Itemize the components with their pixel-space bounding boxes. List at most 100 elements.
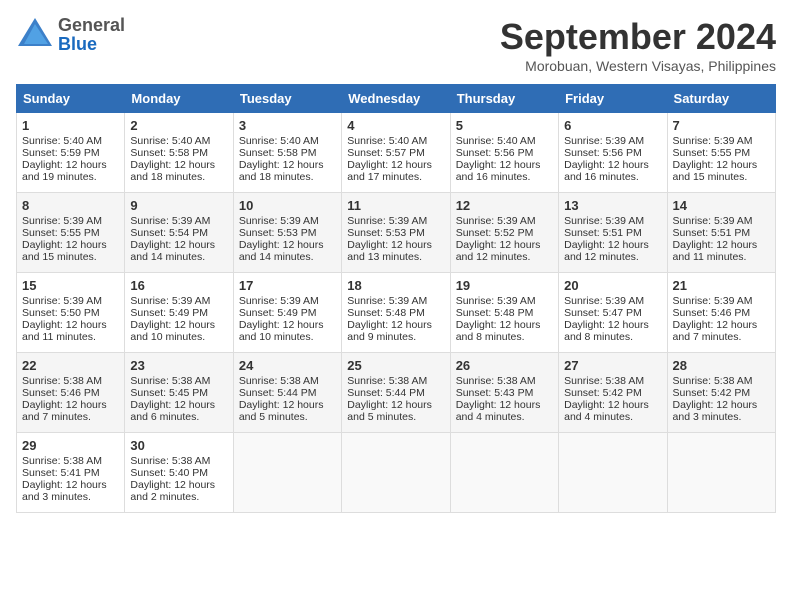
day-number: 27: [564, 358, 661, 373]
sunrise: Sunrise: 5:39 AM: [239, 295, 319, 307]
daylight: Daylight: 12 hours and 2 minutes.: [130, 479, 215, 503]
location: Morobuan, Western Visayas, Philippines: [500, 58, 776, 74]
sunrise: Sunrise: 5:40 AM: [130, 135, 210, 147]
logo-blue: Blue: [58, 35, 125, 54]
sunset: Sunset: 5:43 PM: [456, 387, 534, 399]
daylight: Daylight: 12 hours and 15 minutes.: [22, 239, 107, 263]
sunrise: Sunrise: 5:39 AM: [347, 215, 427, 227]
daylight: Daylight: 12 hours and 6 minutes.: [130, 399, 215, 423]
daylight: Daylight: 12 hours and 17 minutes.: [347, 159, 432, 183]
sunset: Sunset: 5:54 PM: [130, 227, 208, 239]
sunset: Sunset: 5:51 PM: [673, 227, 751, 239]
calendar-cell: [667, 433, 775, 513]
daylight: Daylight: 12 hours and 16 minutes.: [564, 159, 649, 183]
calendar-cell: 12Sunrise: 5:39 AMSunset: 5:52 PMDayligh…: [450, 193, 558, 273]
day-number: 26: [456, 358, 553, 373]
calendar-cell: 24Sunrise: 5:38 AMSunset: 5:44 PMDayligh…: [233, 353, 341, 433]
calendar-week-4: 22Sunrise: 5:38 AMSunset: 5:46 PMDayligh…: [17, 353, 776, 433]
sunrise: Sunrise: 5:39 AM: [456, 215, 536, 227]
day-number: 24: [239, 358, 336, 373]
daylight: Daylight: 12 hours and 4 minutes.: [564, 399, 649, 423]
daylight: Daylight: 12 hours and 16 minutes.: [456, 159, 541, 183]
calendar-cell: 29Sunrise: 5:38 AMSunset: 5:41 PMDayligh…: [17, 433, 125, 513]
sunrise: Sunrise: 5:38 AM: [130, 375, 210, 387]
daylight: Daylight: 12 hours and 14 minutes.: [239, 239, 324, 263]
calendar-cell: 5Sunrise: 5:40 AMSunset: 5:56 PMDaylight…: [450, 113, 558, 193]
day-number: 5: [456, 118, 553, 133]
daylight: Daylight: 12 hours and 3 minutes.: [673, 399, 758, 423]
calendar-cell: 17Sunrise: 5:39 AMSunset: 5:49 PMDayligh…: [233, 273, 341, 353]
sunset: Sunset: 5:59 PM: [22, 147, 100, 159]
day-number: 10: [239, 198, 336, 213]
calendar-cell: [450, 433, 558, 513]
daylight: Daylight: 12 hours and 8 minutes.: [456, 319, 541, 343]
calendar-week-2: 8Sunrise: 5:39 AMSunset: 5:55 PMDaylight…: [17, 193, 776, 273]
day-number: 22: [22, 358, 119, 373]
sunset: Sunset: 5:45 PM: [130, 387, 208, 399]
daylight: Daylight: 12 hours and 12 minutes.: [456, 239, 541, 263]
logo: General Blue: [16, 16, 125, 54]
calendar-cell: 30Sunrise: 5:38 AMSunset: 5:40 PMDayligh…: [125, 433, 233, 513]
calendar-cell: 28Sunrise: 5:38 AMSunset: 5:42 PMDayligh…: [667, 353, 775, 433]
daylight: Daylight: 12 hours and 9 minutes.: [347, 319, 432, 343]
daylight: Daylight: 12 hours and 4 minutes.: [456, 399, 541, 423]
sunset: Sunset: 5:49 PM: [130, 307, 208, 319]
calendar-cell: 19Sunrise: 5:39 AMSunset: 5:48 PMDayligh…: [450, 273, 558, 353]
sunrise: Sunrise: 5:40 AM: [347, 135, 427, 147]
sunset: Sunset: 5:48 PM: [347, 307, 425, 319]
sunrise: Sunrise: 5:39 AM: [239, 215, 319, 227]
sunrise: Sunrise: 5:40 AM: [239, 135, 319, 147]
calendar-table: SundayMondayTuesdayWednesdayThursdayFrid…: [16, 84, 776, 513]
sunset: Sunset: 5:50 PM: [22, 307, 100, 319]
sunset: Sunset: 5:41 PM: [22, 467, 100, 479]
sunset: Sunset: 5:55 PM: [22, 227, 100, 239]
calendar-cell: 11Sunrise: 5:39 AMSunset: 5:53 PMDayligh…: [342, 193, 450, 273]
header-thursday: Thursday: [450, 85, 558, 113]
day-number: 25: [347, 358, 444, 373]
logo-general: General: [58, 16, 125, 35]
sunrise: Sunrise: 5:39 AM: [130, 215, 210, 227]
daylight: Daylight: 12 hours and 14 minutes.: [130, 239, 215, 263]
day-number: 23: [130, 358, 227, 373]
calendar-cell: 14Sunrise: 5:39 AMSunset: 5:51 PMDayligh…: [667, 193, 775, 273]
calendar-cell: 13Sunrise: 5:39 AMSunset: 5:51 PMDayligh…: [559, 193, 667, 273]
sunrise: Sunrise: 5:38 AM: [22, 375, 102, 387]
calendar-cell: 7Sunrise: 5:39 AMSunset: 5:55 PMDaylight…: [667, 113, 775, 193]
calendar-cell: 3Sunrise: 5:40 AMSunset: 5:58 PMDaylight…: [233, 113, 341, 193]
sunset: Sunset: 5:57 PM: [347, 147, 425, 159]
sunrise: Sunrise: 5:39 AM: [564, 295, 644, 307]
day-number: 2: [130, 118, 227, 133]
sunset: Sunset: 5:46 PM: [22, 387, 100, 399]
calendar-cell: 27Sunrise: 5:38 AMSunset: 5:42 PMDayligh…: [559, 353, 667, 433]
daylight: Daylight: 12 hours and 5 minutes.: [347, 399, 432, 423]
calendar-cell: 25 Sunrise: 5:38 AMSunset: 5:44 PMDayligh…: [342, 353, 450, 433]
sunrise: Sunrise: 5:38 AM: [456, 375, 536, 387]
calendar-week-1: 1Sunrise: 5:40 AMSunset: 5:59 PMDaylight…: [17, 113, 776, 193]
sunrise: Sunrise: 5:39 AM: [130, 295, 210, 307]
sunset: Sunset: 5:56 PM: [564, 147, 642, 159]
day-number: 15: [22, 278, 119, 293]
day-number: 18: [347, 278, 444, 293]
day-number: 14: [673, 198, 770, 213]
calendar-week-3: 15 Sunrise: 5:39 AM Sunset: 5:50 PM Dayligh…: [17, 273, 776, 353]
sunrise: Sunrise: 5:40 AM: [22, 135, 102, 147]
sunrise: Sunrise: 5:38 AM: [347, 375, 427, 387]
sunrise: Sunrise: 5:39 AM: [673, 295, 753, 307]
sunrise: Sunrise: 5:39 AM: [347, 295, 427, 307]
daylight: Daylight: 12 hours and 8 minutes.: [564, 319, 649, 343]
calendar-cell: 23 Sunrise: 5:38 AMSunset: 5:45 PMDayligh…: [125, 353, 233, 433]
calendar-cell: [342, 433, 450, 513]
calendar-cell: 8Sunrise: 5:39 AMSunset: 5:55 PMDaylight…: [17, 193, 125, 273]
calendar-cell: 6Sunrise: 5:39 AMSunset: 5:56 PMDaylight…: [559, 113, 667, 193]
daylight: Daylight: 12 hours and 7 minutes.: [673, 319, 758, 343]
calendar-cell: 21Sunrise: 5:39 AMSunset: 5:46 PMDayligh…: [667, 273, 775, 353]
calendar-cell: 26 Sunrise: 5:38 AMSunset: 5:43 PMDayligh…: [450, 353, 558, 433]
sunset: Sunset: 5:53 PM: [239, 227, 317, 239]
header-sunday: Sunday: [17, 85, 125, 113]
sunset: Sunset: 5:44 PM: [347, 387, 425, 399]
sunset: Sunset: 5:49 PM: [239, 307, 317, 319]
sunrise: Sunrise: 5:38 AM: [673, 375, 753, 387]
day-number: 19: [456, 278, 553, 293]
calendar-cell: 18 Sunrise: 5:39 AMSunset: 5:48 PMDayligh…: [342, 273, 450, 353]
day-number: 11: [347, 198, 444, 213]
